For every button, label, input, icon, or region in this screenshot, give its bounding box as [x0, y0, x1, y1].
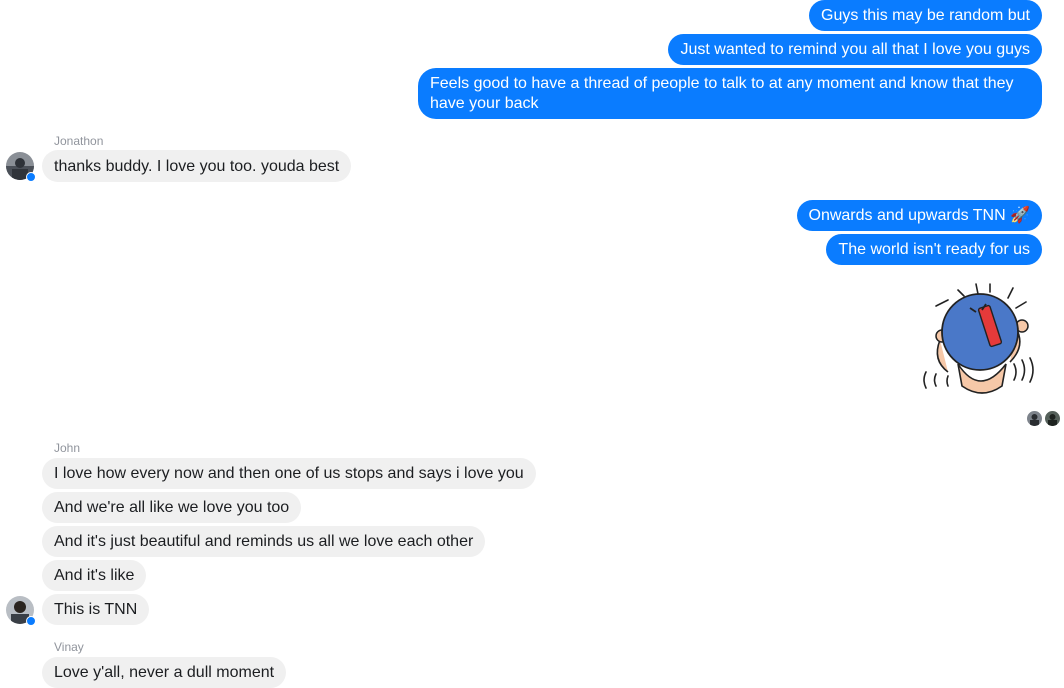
incoming-message[interactable]: I love how every now and then one of us … — [42, 458, 536, 489]
incoming-message[interactable]: This is TNN — [42, 594, 150, 625]
incoming-message[interactable]: And it's just beautiful and reminds us a… — [42, 526, 486, 557]
seen-avatar-icon — [1045, 411, 1060, 426]
incoming-message[interactable]: And we're all like we love you too — [42, 492, 302, 523]
avatar[interactable] — [6, 152, 36, 182]
seen-avatar-icon — [1027, 411, 1042, 426]
messenger-badge-icon — [26, 616, 36, 626]
outgoing-message[interactable]: Just wanted to remind you all that I lov… — [668, 34, 1042, 65]
celebrating-blob-sticker-icon[interactable] — [918, 280, 1042, 398]
incoming-message[interactable]: And it's like — [42, 560, 147, 591]
sender-name: John — [54, 441, 81, 455]
sender-name: Jonathon — [54, 134, 104, 148]
sender-name: Vinay — [54, 640, 84, 654]
outgoing-message[interactable]: The world isn't ready for us — [826, 234, 1042, 265]
incoming-message[interactable]: Love y'all, never a dull moment — [42, 657, 287, 688]
incoming-message[interactable]: thanks buddy. I love you too. youda best — [42, 150, 352, 182]
outgoing-message[interactable]: Feels good to have a thread of people to… — [418, 68, 1042, 119]
messenger-badge-icon — [26, 172, 36, 182]
outgoing-message[interactable]: Onwards and upwards TNN 🚀 — [796, 200, 1042, 231]
avatar[interactable] — [6, 596, 36, 626]
outgoing-message[interactable]: Guys this may be random but — [809, 0, 1042, 31]
